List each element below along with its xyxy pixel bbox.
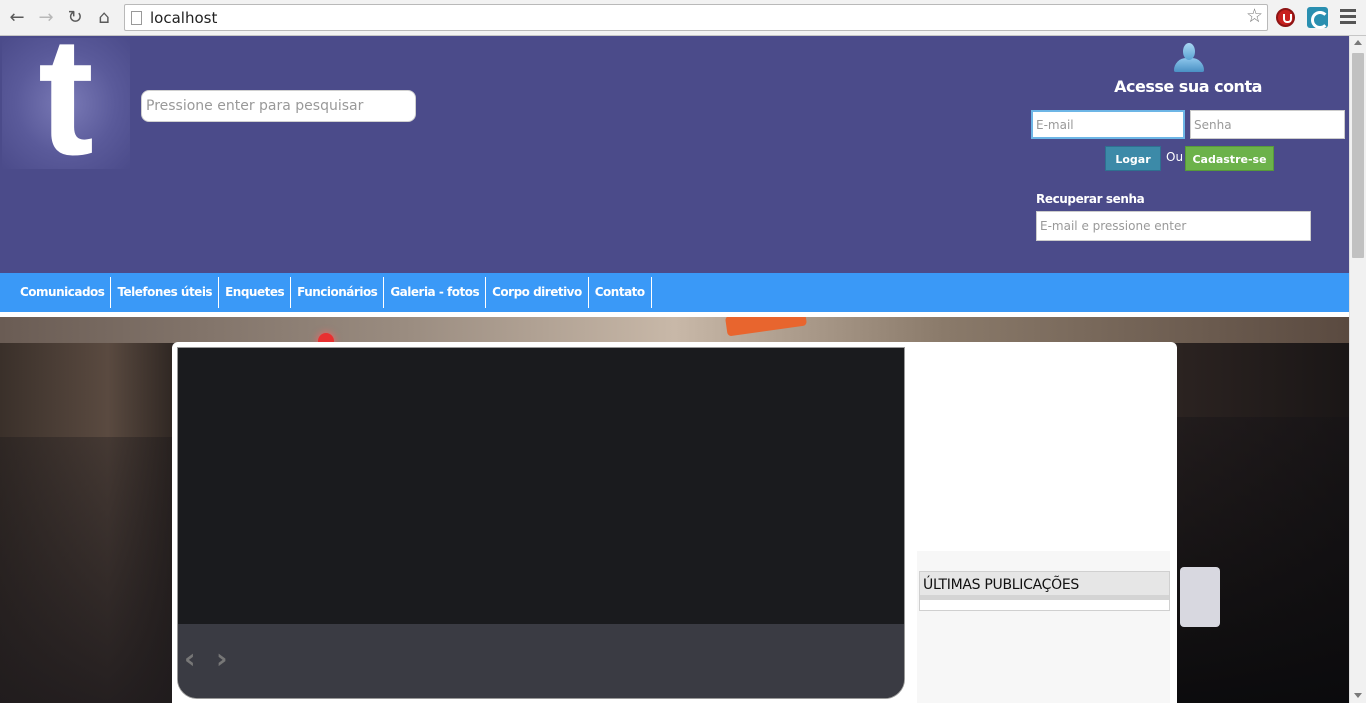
extension-icon[interactable] [1276,8,1295,27]
site-header: t Acesse sua conta Logar Ou Cadastre-se … [0,36,1349,273]
sidebar: ÚLTIMAS PUBLICAÇÕES [917,347,1170,703]
latest-publications-title: ÚLTIMAS PUBLICAÇÕES [920,572,1169,600]
user-icon [1173,41,1205,73]
page-viewport: t Acesse sua conta Logar Ou Cadastre-se … [0,36,1349,703]
scroll-down-icon[interactable] [1354,693,1362,698]
scroll-up-icon[interactable] [1354,40,1362,45]
nav-item-galeria[interactable]: Galeria - fotos [384,277,487,308]
recover-password-label: Recuperar senha [1036,192,1145,206]
email-field[interactable] [1031,110,1185,139]
login-button[interactable]: Logar [1105,146,1161,171]
address-bar[interactable]: localhost ☆ [124,4,1268,31]
nav-item-comunicados[interactable]: Comunicados [14,277,112,308]
scrollbar-thumb[interactable] [1352,53,1364,258]
bookmark-star-icon[interactable]: ☆ [1246,5,1263,27]
login-panel: Acesse sua conta Logar Ou Cadastre-se Re… [1030,36,1346,273]
slider-controls [178,624,904,698]
extension-icon[interactable] [1307,7,1329,29]
search-input[interactable] [141,90,416,122]
content-panel: ‹ › ÚLTIMAS PUBLICAÇÕES [172,342,1177,703]
signup-button[interactable]: Cadastre-se [1185,146,1274,171]
password-field[interactable] [1190,110,1345,139]
chevron-left-icon[interactable]: ‹ [184,642,196,675]
back-icon[interactable]: ← [5,6,29,30]
forward-icon[interactable]: → [34,6,58,30]
sidebar-banner [917,347,1170,551]
url-text[interactable]: localhost [150,9,217,27]
latest-publications-box: ÚLTIMAS PUBLICAÇÕES [919,571,1170,611]
image-slider[interactable]: ‹ › [177,347,905,699]
nav-item-enquetes[interactable]: Enquetes [219,277,292,308]
browser-toolbar: ← → ↻ ⌂ localhost ☆ [0,0,1366,36]
page-scrollbar[interactable] [1349,36,1366,703]
or-text: Ou [1166,150,1184,164]
home-icon[interactable]: ⌂ [92,6,116,30]
main-nav: Comunicados Telefones úteis Enquetes Fun… [0,273,1349,312]
login-title: Acesse sua conta [1114,77,1262,96]
site-logo[interactable]: t [2,38,130,169]
nav-item-corpo-diretivo[interactable]: Corpo diretivo [486,277,589,308]
menu-icon[interactable] [1340,9,1356,25]
nav-item-telefones[interactable]: Telefones úteis [111,277,220,308]
recover-email-field[interactable] [1036,211,1311,241]
nav-item-funcionarios[interactable]: Funcionários [291,277,385,308]
chevron-right-icon[interactable]: › [216,642,228,675]
nav-item-contato[interactable]: Contato [589,277,652,308]
reload-icon[interactable]: ↻ [63,6,87,30]
logo-letter: t [38,38,94,169]
page-icon [131,11,142,25]
